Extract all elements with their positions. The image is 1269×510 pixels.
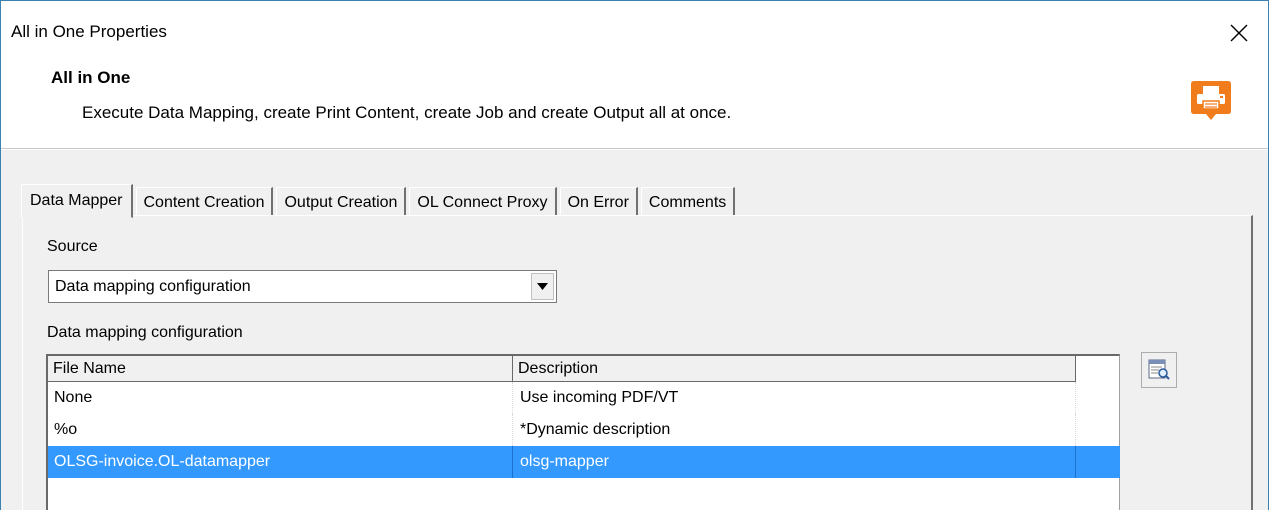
filler-cell [1076, 414, 1118, 446]
source-dropdown-button[interactable] [531, 273, 554, 300]
tab-strip: Data Mapper Content Creation Output Crea… [21, 181, 738, 218]
description-cell: *Dynamic description [513, 414, 1076, 446]
source-select[interactable]: Data mapping configuration [48, 270, 557, 303]
plugin-title: All in One [51, 68, 131, 87]
tab-comments[interactable]: Comments [640, 187, 736, 217]
browse-resource-icon [1148, 359, 1170, 380]
tab-output-creation[interactable]: Output Creation [276, 187, 407, 217]
table-row-selected[interactable]: OLSG-invoice.OL-datamapper olsg-mapper [48, 446, 1120, 478]
filler-cell [1076, 382, 1118, 414]
close-button[interactable] [1217, 15, 1261, 51]
tab-ol-connect-proxy[interactable]: OL Connect Proxy [409, 187, 557, 217]
file-name-cell: None [48, 382, 513, 414]
plugin-description: Execute Data Mapping, create Print Conte… [82, 103, 732, 122]
source-label: Source [47, 238, 98, 255]
title-bar: All in One Properties [1, 1, 1268, 63]
table-row[interactable]: %o *Dynamic description [48, 414, 1120, 446]
data-mapping-config-list[interactable]: File Name Description None Use incoming … [46, 354, 1120, 510]
file-name-cell: %o [48, 414, 513, 446]
dialog-body: Data Mapper Content Creation Output Crea… [1, 150, 1268, 510]
data-mapper-panel: Source Data mapping configuration Data m… [22, 215, 1253, 510]
window-title: All in One Properties [11, 22, 167, 41]
list-header: File Name Description [48, 356, 1120, 382]
file-name-cell: OLSG-invoice.OL-datamapper [48, 446, 513, 478]
filler-cell [1076, 446, 1118, 478]
close-icon [1230, 24, 1248, 42]
tab-data-mapper[interactable]: Data Mapper [21, 184, 133, 218]
chevron-down-icon [537, 283, 548, 290]
config-label: Data mapping configuration [47, 324, 243, 341]
source-select-value: Data mapping configuration [55, 278, 251, 295]
description-cell: Use incoming PDF/VT [513, 382, 1076, 414]
printer-icon [1191, 81, 1231, 120]
description-cell: olsg-mapper [513, 446, 1076, 478]
dialog-header: All in One Execute Data Mapping, create … [1, 63, 1268, 149]
column-header-description[interactable]: Description [513, 356, 1076, 382]
table-row[interactable]: None Use incoming PDF/VT [48, 382, 1120, 414]
column-header-filler [1076, 356, 1118, 382]
browse-resources-button[interactable] [1141, 352, 1177, 388]
tab-on-error[interactable]: On Error [559, 187, 638, 217]
column-header-file-name[interactable]: File Name [48, 356, 513, 382]
tab-content-creation[interactable]: Content Creation [135, 187, 274, 217]
properties-dialog: All in One Properties All in One Execute… [0, 0, 1269, 510]
